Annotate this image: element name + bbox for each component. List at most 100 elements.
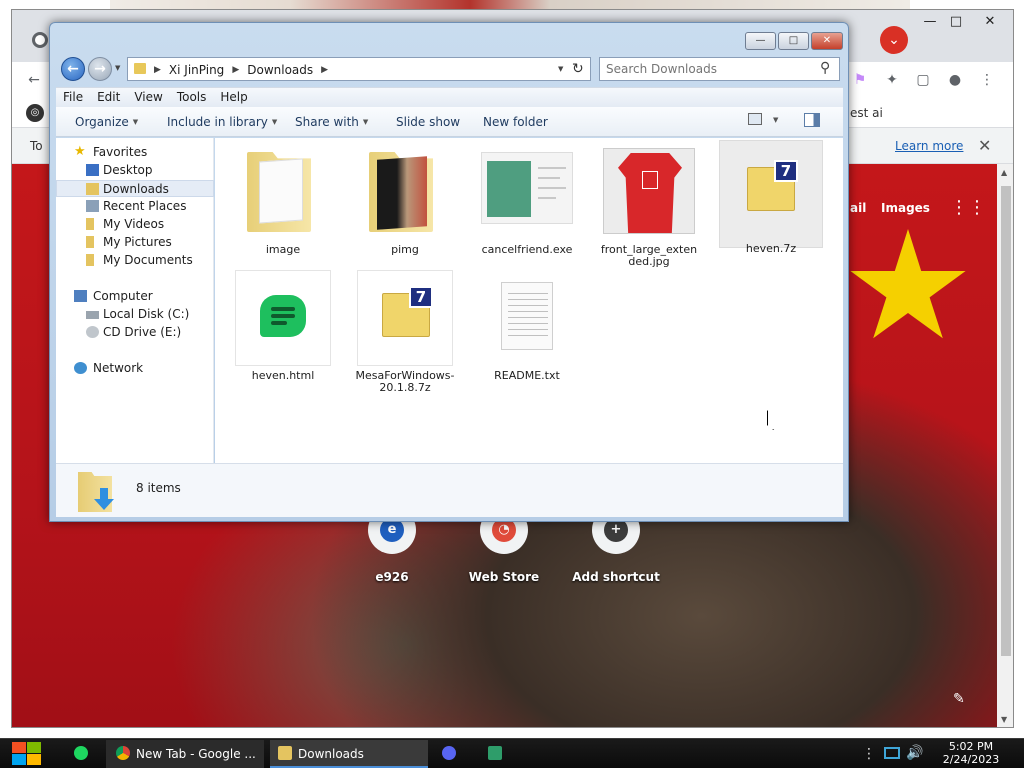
page-scrollbar[interactable]: ▲ ▼ <box>997 164 1013 727</box>
search-icon[interactable]: ⚲ <box>820 60 830 76</box>
menu-tools[interactable]: Tools <box>170 88 214 107</box>
search-input[interactable] <box>606 61 816 77</box>
cd-drive-icon <box>86 326 99 338</box>
menu-help[interactable]: Help <box>213 88 254 107</box>
shortcut-label: e926 <box>375 570 409 584</box>
file-name: MesaForWindows-20.1.8.7z <box>355 369 455 394</box>
include-in-library-label: Include in library <box>167 115 268 129</box>
recent-pages-dropdown-icon[interactable]: ▼ <box>115 64 120 72</box>
infobar-close-icon[interactable]: ✕ <box>978 136 991 155</box>
menu-edit[interactable]: Edit <box>90 88 127 107</box>
breadcrumb-downloads[interactable]: Downloads <box>247 63 313 77</box>
start-button[interactable] <box>8 741 44 767</box>
nav-my-videos[interactable]: My Videos <box>56 216 214 233</box>
search-box[interactable]: ⚲ <box>599 57 840 81</box>
chrome-menu-icon[interactable]: ⋮ <box>977 70 997 90</box>
gmail-link[interactable]: ail <box>850 201 866 215</box>
menu-view[interactable]: View <box>127 88 169 107</box>
back-arrow-icon[interactable]: ← <box>24 70 44 90</box>
file-readme-txt[interactable]: README.txt <box>477 270 577 382</box>
chrome-minimize-icon[interactable]: — <box>918 13 942 31</box>
taskbar-discord[interactable] <box>434 740 464 768</box>
nav-recent-places[interactable]: Recent Places <box>56 198 214 215</box>
network-tray-icon[interactable] <box>884 747 900 759</box>
include-in-library-button[interactable]: Include in library ▼ <box>167 115 277 129</box>
text-file-icon <box>479 270 575 366</box>
file-image[interactable]: image <box>233 144 333 256</box>
nav-cd-drive[interactable]: CD Drive (E:) <box>56 324 214 341</box>
maximize-button[interactable]: □ <box>778 32 809 50</box>
address-bar[interactable]: ▶ Xi JinPing ▶ Downloads ▶ ▼ ↻ <box>127 57 591 81</box>
chrome-close-icon[interactable]: ✕ <box>978 13 1002 31</box>
bookmark-label[interactable]: est ai <box>850 106 883 120</box>
puzzle-extensions-icon[interactable]: ✦ <box>882 70 902 90</box>
item-count: 8 items <box>136 481 181 495</box>
nav-network[interactable]: Network <box>56 360 214 377</box>
breadcrumb-separator-icon[interactable]: ▶ <box>154 63 161 77</box>
chrome-profile-button[interactable]: ⌄ <box>880 26 908 54</box>
breadcrumb-separator-icon[interactable]: ▶ <box>232 63 239 77</box>
scroll-up-icon[interactable]: ▲ <box>1001 168 1007 177</box>
sidepanel-icon[interactable]: ▢ <box>913 70 933 90</box>
profile-avatar-icon[interactable]: ● <box>945 70 965 90</box>
network-icon <box>74 362 87 374</box>
address-history-dropdown-icon[interactable]: ▼ <box>558 65 563 73</box>
google-apps-icon[interactable]: ⋮⋮ <box>950 197 986 218</box>
nav-downloads[interactable]: Downloads <box>56 180 214 197</box>
shortcut-label: Add shortcut <box>572 570 660 584</box>
nav-my-pictures[interactable]: My Pictures <box>56 234 214 251</box>
learn-more-link[interactable]: Learn more <box>895 139 963 153</box>
forward-button[interactable]: → <box>88 57 112 81</box>
menu-file[interactable]: File <box>56 88 90 107</box>
scroll-down-icon[interactable]: ▼ <box>1001 715 1007 724</box>
file-list: image pimg cancelfriend.exe front_large_… <box>215 138 843 463</box>
nav-local-disk[interactable]: Local Disk (C:) <box>56 306 214 323</box>
view-options-dropdown-icon[interactable]: ▼ <box>773 116 778 124</box>
extension-icon[interactable]: ⚑ <box>850 70 870 90</box>
customize-pencil-icon[interactable]: ✎ <box>953 691 965 707</box>
nav-my-documents[interactable]: My Documents <box>56 252 214 269</box>
file-front-large-extended-jpg[interactable]: front_large_extended.jpg <box>599 144 699 268</box>
taskbar-chrome[interactable]: New Tab - Google ... <box>106 740 264 768</box>
scrollbar-thumb[interactable] <box>1001 186 1011 656</box>
taskbar-app[interactable] <box>480 740 510 768</box>
tray-overflow-icon[interactable]: ⋮ <box>862 746 876 762</box>
downloads-folder-icon <box>86 183 99 195</box>
back-button[interactable]: ← <box>61 57 85 81</box>
minimize-button[interactable]: — <box>745 32 776 50</box>
share-with-button[interactable]: Share with ▼ <box>295 115 368 129</box>
system-clock[interactable]: 5:02 PM 2/24/2023 <box>936 740 1006 766</box>
nav-downloads-label: Downloads <box>103 182 169 196</box>
taskbar-spotify[interactable] <box>60 740 100 768</box>
images-link[interactable]: Images <box>881 201 930 215</box>
preview-pane-icon[interactable] <box>804 113 820 127</box>
volume-icon[interactable]: 🔊 <box>906 745 923 761</box>
breadcrumb-separator-icon[interactable]: ▶ <box>321 63 328 77</box>
file-heven-7z[interactable]: 7 heven.7z <box>719 140 823 255</box>
bookmark-icon[interactable]: ◎ <box>26 104 44 122</box>
new-folder-button[interactable]: New folder <box>483 115 548 129</box>
nav-favorites[interactable]: ★ Favorites <box>56 144 214 161</box>
file-name: pimg <box>391 243 419 256</box>
file-heven-html[interactable]: heven.html <box>233 270 333 382</box>
nav-desktop[interactable]: Desktop <box>56 162 214 179</box>
organize-button[interactable]: Organize ▼ <box>75 115 138 129</box>
file-cancelfriend-exe[interactable]: cancelfriend.exe <box>477 144 577 256</box>
chrome-maximize-icon[interactable]: □ <box>944 13 968 31</box>
breadcrumb-user[interactable]: Xi JinPing <box>169 63 224 77</box>
file-pimg[interactable]: pimg <box>355 144 455 256</box>
videos-folder-icon <box>86 218 94 230</box>
taskbar-explorer-downloads[interactable]: Downloads <box>270 740 428 768</box>
chrome-tab-icon[interactable] <box>32 32 48 48</box>
nav-computer[interactable]: Computer <box>56 288 214 305</box>
nav-recent-places-label: Recent Places <box>103 199 187 213</box>
refresh-icon[interactable]: ↻ <box>572 61 584 77</box>
change-view-icon[interactable] <box>748 113 762 125</box>
command-bar: Organize ▼ Include in library ▼ Share with… <box>56 107 843 137</box>
application-thumbnail-icon <box>479 144 575 240</box>
file-mesa-7z[interactable]: 7 MesaForWindows-20.1.8.7z <box>355 270 455 394</box>
details-pane: 8 items <box>56 463 843 517</box>
taskbar-chrome-label: New Tab - Google ... <box>136 747 256 761</box>
close-button[interactable]: ✕ <box>811 32 843 50</box>
slide-show-button[interactable]: Slide show <box>396 115 460 129</box>
